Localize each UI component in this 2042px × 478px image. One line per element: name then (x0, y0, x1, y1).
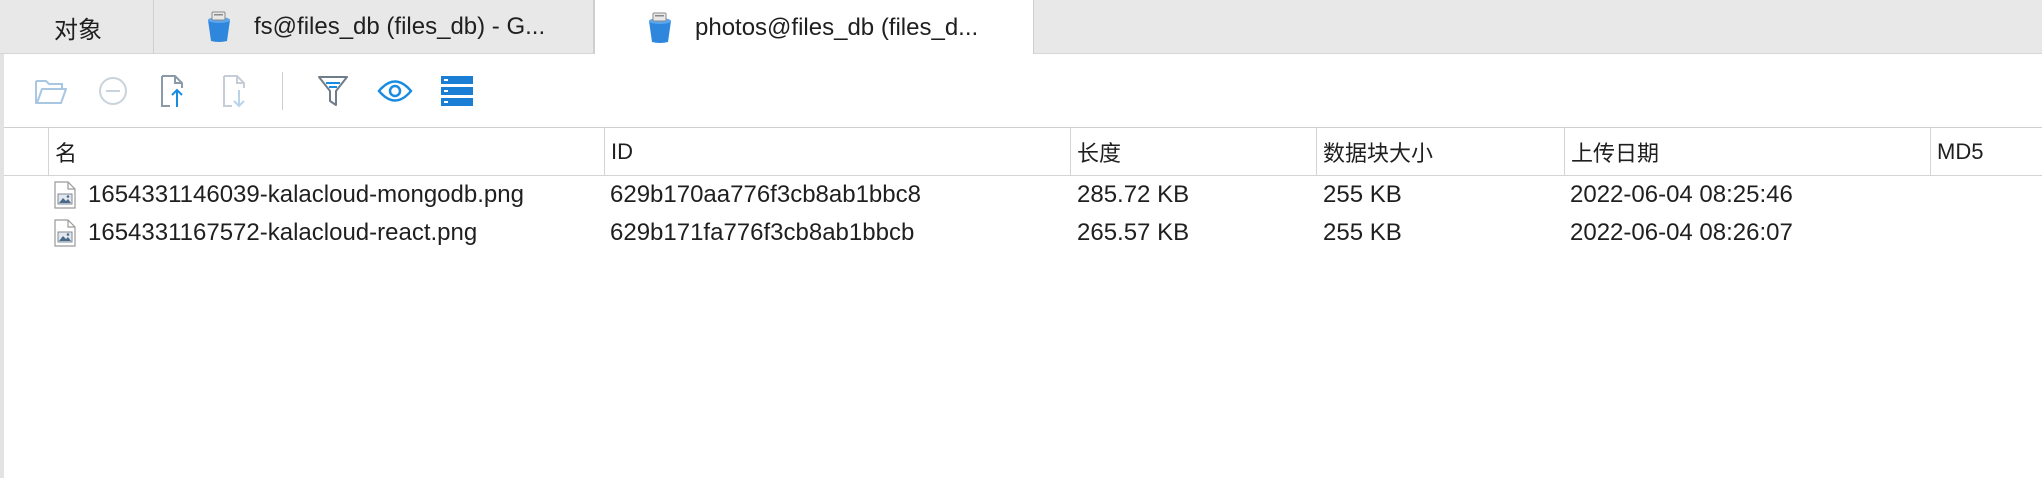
stack-view-icon (441, 76, 473, 106)
column-header-md5[interactable]: MD5 (1930, 128, 2042, 175)
remove-icon (99, 77, 127, 105)
column-header-length-label: 长度 (1077, 140, 1122, 166)
table-row[interactable]: 1654331146039-kalacloud-mongodb.png 629b… (4, 176, 2042, 214)
open-folder-button[interactable] (32, 72, 70, 110)
app-window: 对象 fs@files_db (files_db) - G... photos@… (0, 0, 2042, 478)
file-name: 1654331167572-kalacloud-react.png (88, 219, 478, 246)
image-file-icon (54, 181, 76, 209)
column-header-id-label: ID (611, 138, 633, 164)
cell-name: 1654331167572-kalacloud-react.png (54, 214, 477, 252)
cell-upload-date: 2022-06-04 08:25:46 (1570, 176, 1793, 214)
filter-icon (318, 76, 348, 106)
upload-button[interactable] (154, 72, 192, 110)
mongodb-bucket-icon (208, 11, 230, 42)
remove-button[interactable] (94, 72, 132, 110)
preview-button[interactable] (376, 72, 414, 110)
file-chunk-size: 255 KB (1323, 219, 1402, 246)
column-header-chunk-size[interactable]: 数据块大小 (1316, 128, 1564, 175)
tab-photos-label: photos@files_db (files_d... (695, 13, 979, 41)
column-header-upload-date[interactable]: 上传日期 (1564, 128, 1930, 175)
filter-button[interactable] (314, 72, 352, 110)
preview-icon (377, 80, 413, 102)
column-header-md5-label: MD5 (1937, 138, 1984, 164)
column-header-name[interactable]: 名 (48, 128, 608, 175)
download-button[interactable] (216, 72, 254, 110)
file-chunk-size: 255 KB (1323, 181, 1402, 208)
column-header-id[interactable]: ID (604, 128, 1070, 175)
cell-chunk-size: 255 KB (1323, 214, 1402, 252)
toolbar (4, 54, 2042, 128)
cell-length: 285.72 KB (1077, 176, 1189, 214)
column-header-upload-date-label: 上传日期 (1571, 140, 1660, 166)
column-header-name-label: 名 (55, 140, 78, 166)
tab-objects[interactable]: 对象 (4, 0, 154, 54)
cell-name: 1654331146039-kalacloud-mongodb.png (54, 176, 524, 214)
file-upload-date: 2022-06-04 08:26:07 (1570, 219, 1793, 246)
tab-fs-bucket[interactable]: fs@files_db (files_db) - G... (154, 0, 594, 54)
cell-id: 629b170aa776f3cb8ab1bbc8 (610, 176, 921, 214)
upload-icon (161, 75, 183, 107)
column-header-chunk-size-label: 数据块大小 (1323, 140, 1434, 166)
tab-photos-bucket[interactable]: photos@files_db (files_d... (594, 0, 1034, 55)
table-row[interactable]: 1654331167572-kalacloud-react.png 629b17… (4, 214, 2042, 252)
tab-bar: 对象 fs@files_db (files_db) - G... photos@… (0, 0, 2042, 55)
cell-upload-date: 2022-06-04 08:26:07 (1570, 214, 1793, 252)
download-icon (223, 75, 245, 108)
image-file-icon (54, 219, 76, 247)
file-list: 1654331146039-kalacloud-mongodb.png 629b… (4, 176, 2042, 252)
column-header-length[interactable]: 长度 (1070, 128, 1316, 175)
file-upload-date: 2022-06-04 08:25:46 (1570, 181, 1793, 208)
file-name: 1654331146039-kalacloud-mongodb.png (88, 181, 524, 208)
cell-chunk-size: 255 KB (1323, 176, 1402, 214)
toolbar-separator (282, 72, 283, 110)
tab-objects-label: 对象 (54, 16, 102, 44)
cell-length: 265.57 KB (1077, 214, 1189, 252)
grid-header: 名 ID 长度 数据块大小 上传日期 MD5 (4, 128, 2042, 176)
open-folder-icon (35, 80, 67, 104)
cell-id: 629b171fa776f3cb8ab1bbcb (610, 214, 914, 252)
tab-fs-label: fs@files_db (files_db) - G... (254, 13, 546, 40)
stack-view-button[interactable] (438, 72, 476, 110)
file-id: 629b170aa776f3cb8ab1bbc8 (610, 181, 921, 208)
file-id: 629b171fa776f3cb8ab1bbcb (610, 219, 915, 246)
mongodb-bucket-icon (649, 12, 671, 43)
file-length: 285.72 KB (1077, 181, 1190, 208)
file-length: 265.57 KB (1077, 219, 1190, 246)
